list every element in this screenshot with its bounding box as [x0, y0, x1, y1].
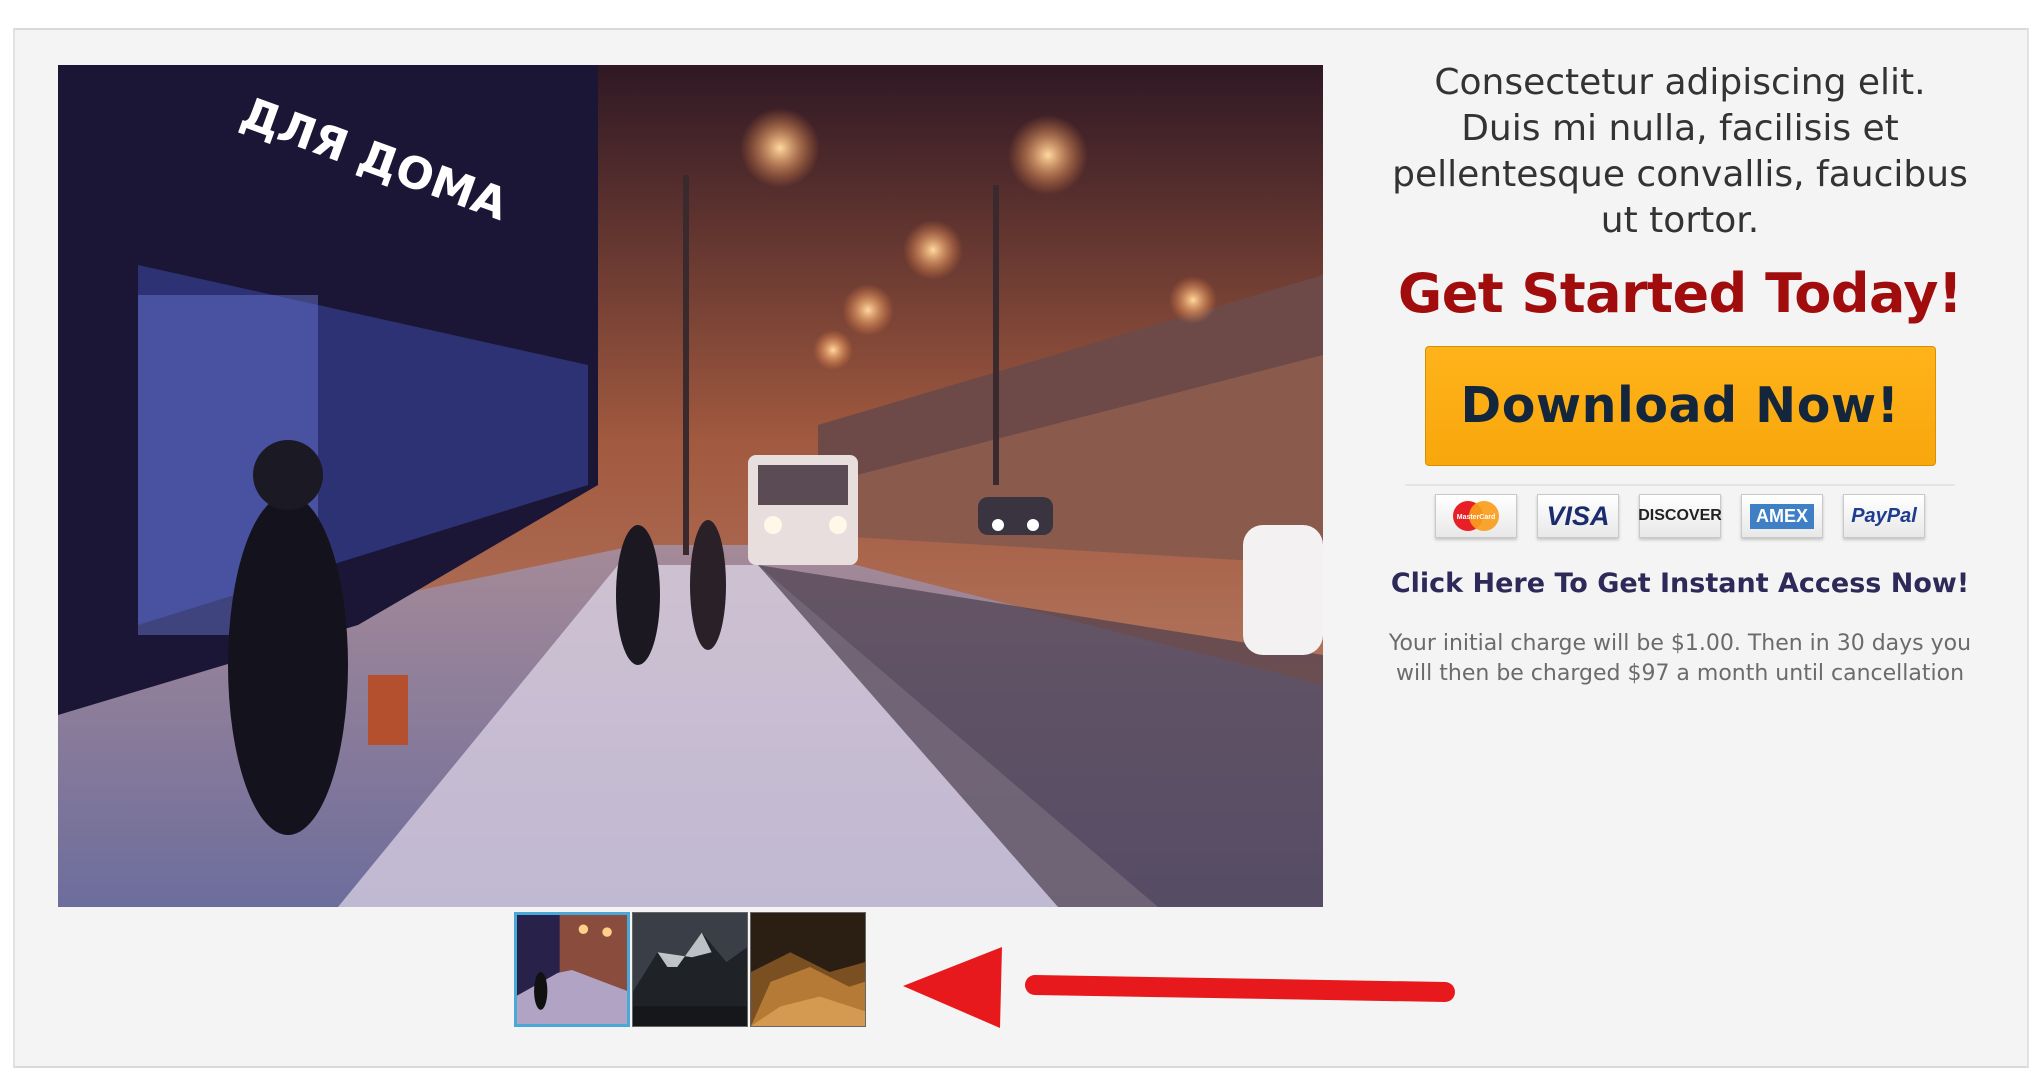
- thumb-snowy-street[interactable]: [514, 912, 630, 1027]
- main-gallery-image: ДЛЯ ДОМА: [58, 65, 1323, 907]
- paypal-icon: PayPal: [1843, 494, 1925, 538]
- red-arrow-annotation: [903, 947, 1455, 1028]
- divider: [1405, 484, 1955, 486]
- offer-column: Consectetur adipiscing elit. Duis mi nul…: [1380, 60, 1980, 689]
- amex-icon: AMEX: [1741, 494, 1823, 538]
- visa-icon: VISA: [1537, 494, 1619, 538]
- discover-icon: DISCOVER: [1638, 494, 1722, 538]
- thumb-desert-dunes[interactable]: [750, 912, 866, 1027]
- download-now-button[interactable]: Download Now!: [1424, 346, 1936, 466]
- svg-text:MasterCard: MasterCard: [1457, 514, 1496, 521]
- payment-cards: MasterCard VISA DISCOVER AMEX PayPal: [1380, 494, 1980, 538]
- thumb-mountains[interactable]: [632, 912, 748, 1027]
- charge-note: Your initial charge will be $1.00. Then …: [1388, 631, 1972, 686]
- instant-access-link[interactable]: Click Here To Get Instant Access Now!: [1380, 568, 1980, 599]
- offer-headline: Get Started Today!: [1397, 262, 1963, 325]
- thumbnail-strip: [514, 912, 866, 1029]
- mastercard-icon: MasterCard: [1435, 494, 1517, 538]
- offer-tagline: Consectetur adipiscing elit. Duis mi nul…: [1392, 62, 1968, 241]
